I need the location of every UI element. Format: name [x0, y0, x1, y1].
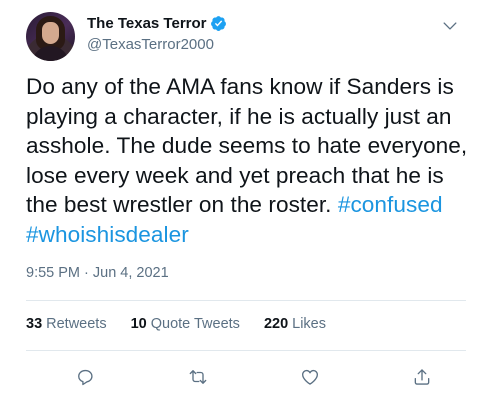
- chevron-down-icon[interactable]: [440, 16, 460, 36]
- quote-tweets-label: Quote Tweets: [150, 316, 240, 332]
- tweet-text: Do any of the AMA fans know if Sanders i…: [26, 72, 471, 249]
- like-button[interactable]: [297, 364, 323, 390]
- tweet-stats: 33 Retweets 10 Quote Tweets 220 Likes: [26, 315, 350, 334]
- reply-icon: [78, 369, 93, 386]
- reply-button[interactable]: [72, 364, 98, 390]
- quote-tweets-stat[interactable]: 10 Quote Tweets: [131, 315, 240, 334]
- retweet-icon: [189, 370, 207, 384]
- likes-count: 220: [263, 316, 289, 332]
- retweets-count: 33: [26, 316, 43, 332]
- author-display-name-row[interactable]: The Texas Terror: [87, 14, 227, 33]
- tweet-timestamp[interactable]: 9:55 PM · Jun 4, 2021: [26, 264, 169, 283]
- avatar-face: [42, 22, 59, 44]
- retweets-label: Retweets: [46, 316, 107, 332]
- hashtag-confused[interactable]: #confused: [338, 192, 443, 217]
- avatar-shoulders: [32, 46, 69, 61]
- retweet-button[interactable]: [185, 364, 211, 390]
- share-icon: [414, 369, 430, 385]
- tweet-header: The Texas Terror @TexasTerror2000: [26, 12, 464, 62]
- likes-label: Likes: [292, 316, 326, 332]
- author-display-name[interactable]: The Texas Terror: [87, 14, 207, 33]
- avatar[interactable]: [26, 12, 75, 61]
- retweets-stat[interactable]: 33 Retweets: [26, 315, 107, 334]
- likes-stat[interactable]: 220 Likes: [264, 315, 326, 334]
- divider: [26, 300, 466, 301]
- quote-tweets-count: 10: [130, 316, 147, 332]
- share-button[interactable]: [409, 364, 435, 390]
- author-names: The Texas Terror @TexasTerror2000: [87, 14, 227, 54]
- tweet-actions: [26, 364, 466, 394]
- verified-badge-icon: [210, 16, 226, 31]
- hashtag-whoishisdealer[interactable]: #whoishisdealer: [26, 222, 189, 247]
- divider: [26, 350, 466, 351]
- author-handle[interactable]: @TexasTerror2000: [87, 35, 227, 54]
- heart-icon: [302, 369, 318, 385]
